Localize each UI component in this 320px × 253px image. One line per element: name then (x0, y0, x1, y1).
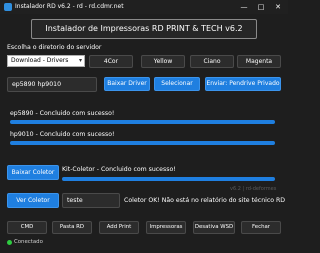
status-ep5890: ep5890 - Concluido com sucesso! (10, 110, 115, 117)
coletor-name-value: teste (67, 197, 83, 204)
baixar-coletor-button[interactable]: Baixar Coletor (7, 165, 59, 180)
add-print-button[interactable]: Add Print (99, 221, 139, 234)
app-icon (4, 3, 12, 11)
desativa-wsd-button[interactable]: Desativa WSD (193, 221, 235, 234)
ver-coletor-button[interactable]: Ver Coletor (7, 193, 59, 208)
printers-input-value: ep5890 hp9010 (12, 81, 62, 88)
kit-coletor-status: Kit-Coletor - Concluido com sucesso! (62, 166, 176, 173)
selecionar-button[interactable]: Selecionar (154, 77, 200, 91)
page-title: Instalador de Impressoras RD PRINT & TEC… (45, 24, 243, 33)
magenta-button[interactable]: Magenta (237, 55, 281, 68)
progress-bar-ep5890 (10, 120, 275, 124)
status-hp9010: hp9010 - Concluido com sucesso! (10, 131, 115, 138)
fechar-button[interactable]: Fechar (241, 221, 281, 234)
directory-select[interactable]: Download - Drivers ▾ (7, 55, 85, 67)
minimize-button[interactable]: — (236, 0, 252, 14)
directory-label: Escolha o diretorio do servidor (7, 44, 102, 51)
baixar-driver-button[interactable]: Baixar Driver (104, 77, 150, 91)
yellow-button[interactable]: Yellow (141, 55, 185, 68)
connection-status: Conectado (14, 239, 43, 245)
progress-bar-hp9010 (10, 141, 275, 145)
version-footer: v6.2 | rd-deformes (230, 186, 277, 192)
chevron-down-icon: ▾ (78, 57, 82, 64)
enviar-pendrive-button[interactable]: Enviar: Pendrive Privado (205, 77, 281, 91)
connection-status-icon (7, 240, 12, 245)
pasta-rd-button[interactable]: Pasta RD (52, 221, 92, 234)
coletor-name-input[interactable]: teste (62, 193, 120, 208)
coletor-message: Coletor OK! Não está no relatório do sit… (124, 197, 286, 204)
cmd-button[interactable]: CMD (7, 221, 47, 234)
printers-input[interactable]: ep5890 hp9010 (7, 77, 97, 92)
impressoras-button[interactable]: Impressoras (146, 221, 186, 234)
header-banner: Instalador de Impressoras RD PRINT & TEC… (31, 19, 257, 39)
progress-bar-kit-coletor (62, 177, 275, 181)
4cor-button[interactable]: 4Cor (89, 55, 133, 68)
close-button[interactable]: ✕ (270, 0, 286, 14)
window-title: Instalador RD v6.2 - rd - rd.cdmr.net (15, 3, 124, 10)
ciano-button[interactable]: Ciano (190, 55, 234, 68)
directory-select-value: Download - Drivers (11, 57, 69, 64)
title-bar: Instalador RD v6.2 - rd - rd.cdmr.net — … (0, 0, 288, 14)
maximize-button[interactable]: □ (253, 0, 269, 14)
